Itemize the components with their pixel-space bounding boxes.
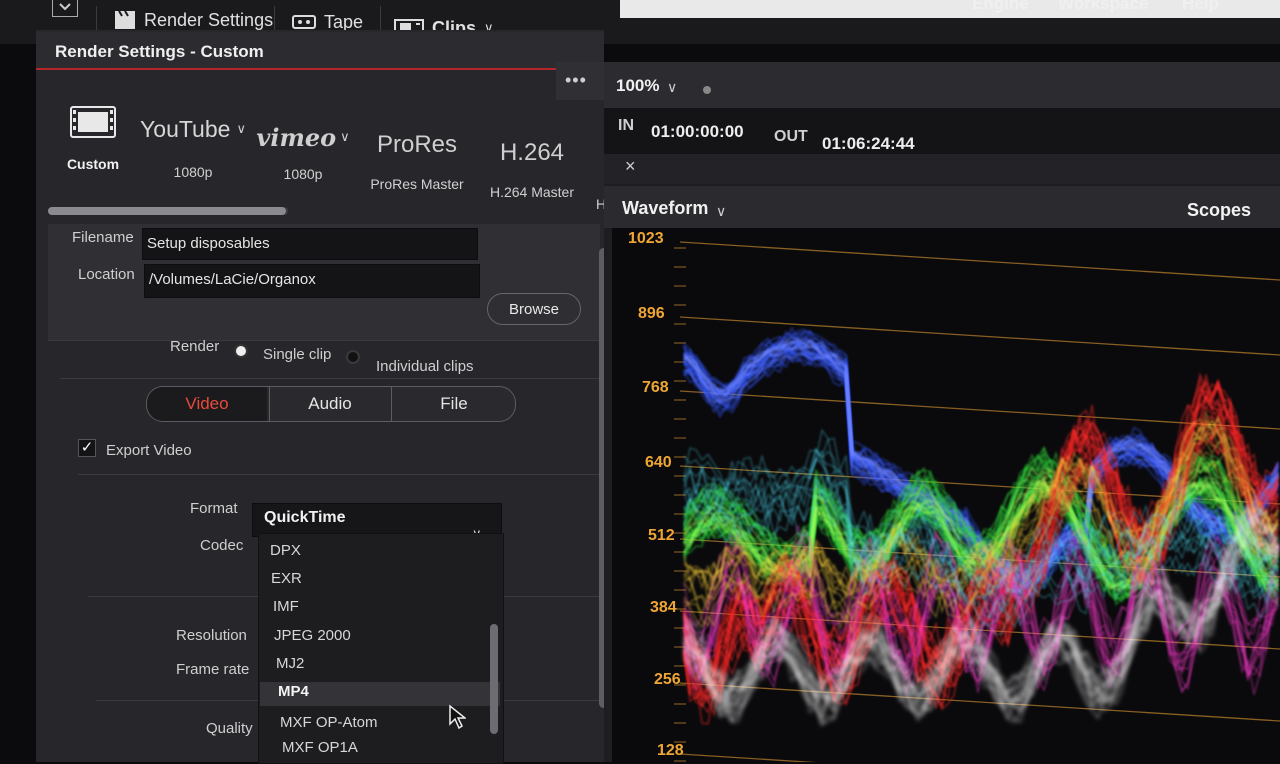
chevron-down-icon: ∨: [667, 79, 678, 95]
preset-label: Custom: [66, 156, 120, 172]
single-clip-radio[interactable]: [234, 344, 248, 358]
status-dot-icon: [703, 86, 711, 94]
waveform-graph: [674, 241, 1280, 762]
vimeo-logo: vimeo ∨: [256, 122, 350, 152]
scope-close-bar: [604, 154, 1280, 184]
preset-label: 1080p: [173, 164, 213, 180]
more-options-icon[interactable]: •••: [565, 70, 587, 91]
tape-icon: [292, 14, 316, 30]
section-divider: [78, 474, 600, 475]
menu-help[interactable]: Help: [1182, 0, 1219, 14]
tab-audio[interactable]: Audio: [269, 387, 390, 421]
out-timecode[interactable]: 01:06:24:44: [822, 134, 915, 154]
h264-logo: H.264: [499, 139, 565, 166]
location-label: Location: [78, 266, 135, 283]
preset-h264[interactable]: H.264 H.264 Master: [480, 136, 584, 200]
dropdown-item-jpeg2000[interactable]: JPEG 2000: [274, 627, 351, 644]
dropdown-scrollbar[interactable]: [490, 624, 498, 734]
codec-label: Codec: [200, 537, 244, 554]
chevron-down-icon: ∨: [236, 121, 246, 136]
export-video-label: Export Video: [106, 442, 192, 459]
dropdown-item-mxf-op-atom[interactable]: MXF OP-Atom: [280, 714, 378, 731]
window-menu-strip: [620, 0, 1280, 18]
dropdown-item-mp4[interactable]: MP4: [278, 683, 309, 700]
menu-toggle-icon[interactable]: [52, 0, 78, 17]
individual-clips-radio[interactable]: [346, 350, 360, 364]
preset-youtube[interactable]: YouTube ∨ 1080p: [140, 112, 246, 181]
waveform-tick-128: 128: [657, 742, 684, 759]
export-video-checkbox[interactable]: ✓: [78, 439, 96, 457]
waveform-tick-1023: 1023: [628, 230, 664, 247]
dropdown-item-imf[interactable]: IMF: [273, 598, 299, 615]
mouse-cursor-icon: [448, 704, 468, 735]
panel-title: Render Settings - Custom: [55, 42, 264, 61]
zoom-bar: [604, 62, 1280, 108]
tab-video[interactable]: Video: [147, 387, 267, 421]
filename-label: Filename: [72, 229, 134, 246]
chevron-down-icon: ∨: [716, 203, 727, 219]
scopes-label: Scopes: [1187, 200, 1252, 220]
menu-workspace[interactable]: Workspace: [1058, 0, 1148, 14]
tab-file[interactable]: File: [391, 387, 515, 421]
dropdown-item-mj2[interactable]: MJ2: [276, 655, 304, 672]
zoom-select[interactable]: 100%: [616, 76, 659, 96]
location-field[interactable]: /Volumes/LaCie/Organox: [144, 264, 480, 298]
clapperboard-icon: [114, 10, 136, 30]
preset-scroll-thumb[interactable]: [48, 207, 286, 215]
waveform-gridline: [679, 241, 1280, 281]
film-strip-icon: [62, 106, 124, 140]
resolution-label: Resolution: [176, 627, 247, 644]
prores-logo: ProRes: [376, 131, 458, 158]
close-icon[interactable]: ×: [625, 156, 636, 177]
scope-type-select[interactable]: Waveform: [622, 198, 708, 219]
section-divider: [60, 378, 600, 379]
in-timecode[interactable]: 01:00:00:00: [651, 122, 744, 142]
waveform-tick-896: 896: [638, 305, 665, 322]
preset-vimeo[interactable]: vimeo ∨ 1080p: [256, 120, 350, 183]
section-divider: [48, 340, 600, 341]
format-value: QuickTime: [264, 509, 346, 526]
out-label: OUT: [774, 128, 808, 145]
waveform-tick-768: 768: [642, 379, 669, 396]
render-label: Render: [170, 338, 220, 355]
render-settings-label: Render Settings: [144, 9, 274, 30]
waveform-scope: [612, 228, 1280, 762]
preset-label: ProRes Master: [370, 176, 464, 192]
waveform-tick-384: 384: [650, 599, 677, 616]
waveform-gridline: [679, 682, 1280, 722]
youtube-logo: YouTube ∨: [140, 115, 246, 142]
preset-custom[interactable]: Custom: [62, 106, 124, 172]
filename-field[interactable]: Setup disposables: [142, 228, 478, 260]
chevron-down-icon: ∨: [340, 129, 350, 144]
preset-prores[interactable]: ProRes ProRes Master: [362, 128, 472, 192]
waveform-gridline: [679, 753, 817, 762]
preset-label: H.264 Master: [489, 184, 575, 200]
dropdown-item-mxf-op1a[interactable]: MXF OP1A: [282, 739, 358, 756]
dropdown-item-exr[interactable]: EXR: [271, 570, 302, 587]
frame-rate-label: Frame rate: [176, 661, 250, 678]
waveform-tick-640: 640: [645, 454, 672, 471]
dropdown-item-dpx[interactable]: DPX: [270, 542, 301, 559]
waveform-tick-512: 512: [648, 527, 675, 544]
in-label: IN: [618, 117, 634, 134]
browse-button[interactable]: Browse: [487, 293, 581, 325]
individual-clips-label[interactable]: Individual clips: [376, 358, 474, 375]
waveform-traces: [683, 326, 1279, 727]
render-tabs: Video Audio File: [146, 386, 516, 422]
waveform-tick-256: 256: [654, 671, 681, 688]
format-label: Format: [190, 500, 238, 517]
single-clip-label[interactable]: Single clip: [263, 346, 331, 363]
quality-label: Quality: [206, 720, 253, 737]
menu-engine[interactable]: Engine: [972, 0, 1029, 14]
preset-label: 1080p: [283, 166, 323, 182]
